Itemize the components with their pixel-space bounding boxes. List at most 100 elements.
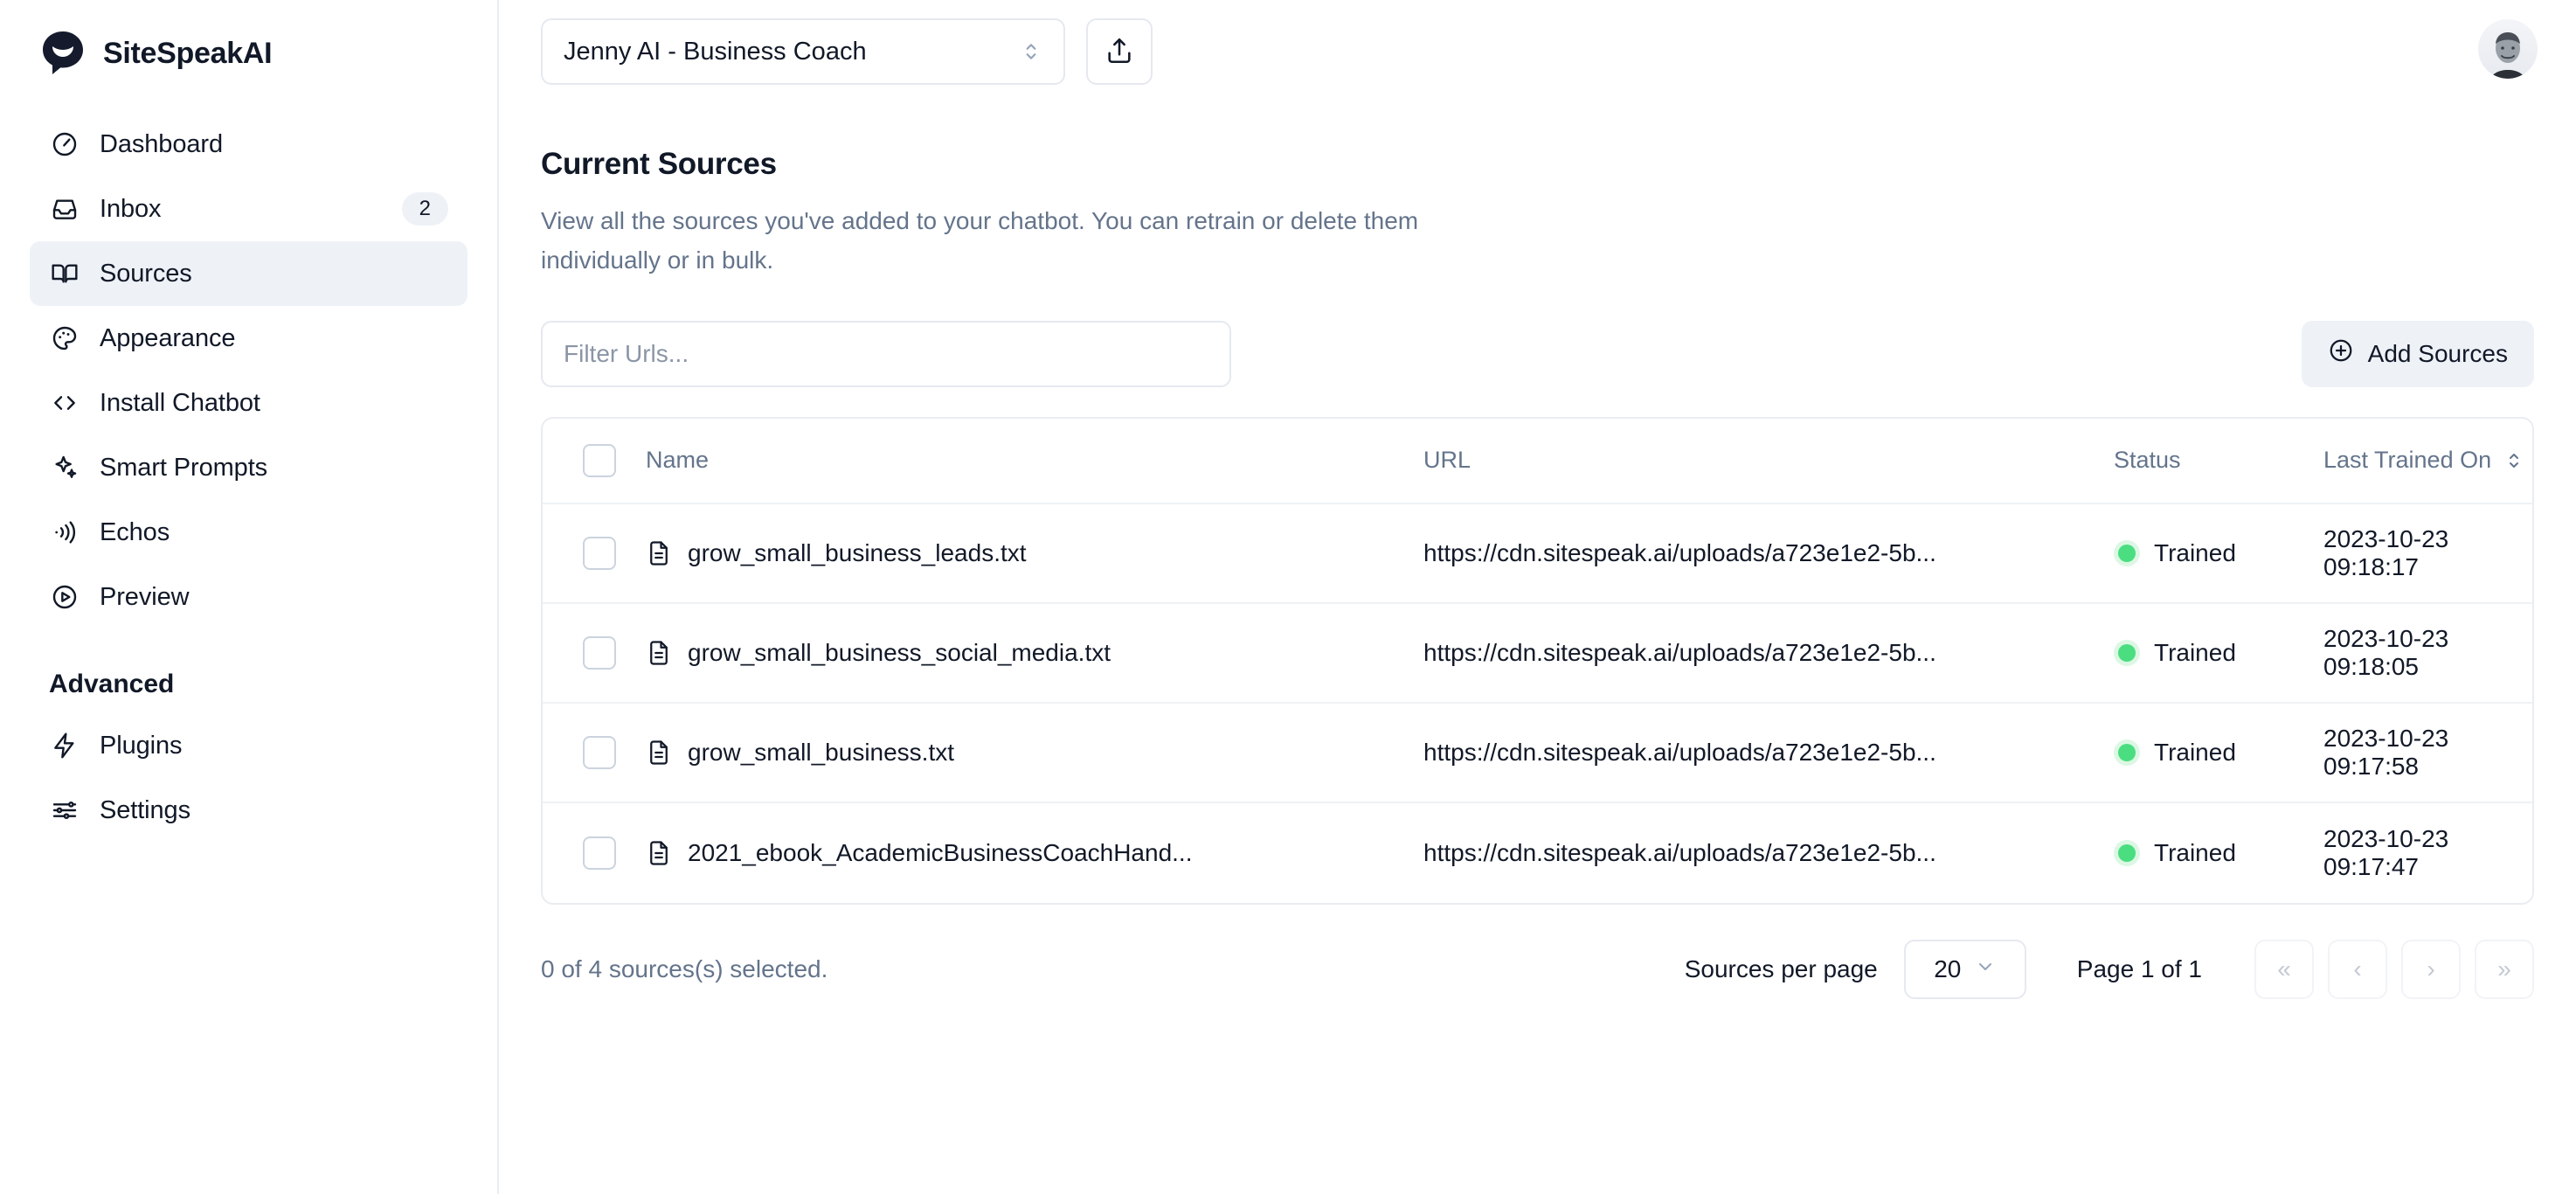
code-icon [49,387,80,419]
sidebar-item-dashboard[interactable]: Dashboard [30,112,467,177]
chatbot-selector[interactable]: Jenny AI - Business Coach [541,18,1065,85]
topbar: Jenny AI - Business Coach [499,0,2576,103]
inbox-badge-count: 2 [402,192,448,226]
page-title: Current Sources [541,147,2534,182]
status-dot-icon [2114,840,2140,866]
status-badge: Trained [2154,639,2236,667]
row-checkbox[interactable] [583,736,616,769]
table-row[interactable]: 2021_ebook_AcademicBusinessCoachHand... … [543,803,2532,903]
previous-page-button[interactable]: ‹ [2328,940,2387,999]
row-url-cell: https://cdn.sitespeak.ai/uploads/a723e1e… [1423,539,2114,567]
table-footer: 0 of 4 sources(s) selected. Sources per … [541,940,2534,1034]
sidebar-item-sources[interactable]: Sources [30,241,467,306]
sidebar-item-label: Appearance [100,324,235,353]
row-status-cell: Trained [2114,639,2323,667]
row-last-trained-cell: 2023-10-23 09:18:05 [2323,625,2532,681]
sidebar-item-smart-prompts[interactable]: Smart Prompts [30,435,467,500]
status-dot-icon [2114,640,2140,666]
column-header-name: Name [646,447,1423,474]
row-status-cell: Trained [2114,739,2323,767]
broadcast-icon [49,517,80,548]
app-root: SiteSpeakAI Dashboard Inbox [0,0,2576,1194]
row-name-text: grow_small_business_social_media.txt [688,639,1111,667]
status-dot-icon [2114,739,2140,766]
sidebar-nav: Dashboard Inbox 2 [0,112,497,843]
row-checkbox[interactable] [583,537,616,570]
chevron-up-down-icon[interactable] [2503,447,2524,475]
sparkles-icon [49,452,80,483]
sidebar-item-plugins[interactable]: Plugins [30,713,467,778]
book-open-icon [49,258,80,289]
sidebar-item-appearance[interactable]: Appearance [30,306,467,371]
row-checkbox[interactable] [583,836,616,870]
plus-circle-icon [2328,337,2354,370]
page-description: View all the sources you've added to you… [541,201,1511,281]
row-name-text: grow_small_business_leads.txt [688,539,1027,567]
select-all-cell [543,444,646,477]
file-text-icon [646,638,672,668]
status-badge: Trained [2154,839,2236,867]
page-indicator: Page 1 of 1 [2077,955,2202,983]
sidebar-item-echos[interactable]: Echos [30,500,467,565]
per-page-label: Sources per page [1685,955,1878,983]
sources-toolbar: Add Sources [541,321,2534,387]
sidebar-item-install-chatbot[interactable]: Install Chatbot [30,371,467,435]
sources-page: Current Sources View all the sources you… [499,103,2576,1034]
chevron-down-icon [1975,955,1996,983]
file-text-icon [646,838,672,868]
per-page-select[interactable]: 20 [1904,940,2026,999]
row-checkbox[interactable] [583,636,616,670]
brand[interactable]: SiteSpeakAI [0,0,497,80]
column-header-status: Status [2114,447,2323,474]
row-last-trained-cell: 2023-10-23 09:17:47 [2323,825,2532,881]
first-page-button[interactable]: « [2254,940,2314,999]
sidebar-item-inbox[interactable]: Inbox 2 [30,177,467,241]
add-sources-button[interactable]: Add Sources [2302,321,2534,387]
row-name-cell: grow_small_business_leads.txt [646,538,1423,568]
sidebar-item-preview[interactable]: Preview [30,565,467,629]
sidebar-item-label: Smart Prompts [100,454,267,482]
speech-bubble-logo-icon [38,29,87,78]
status-dot-icon [2114,540,2140,566]
column-header-url: URL [1423,447,2114,474]
column-header-last-trained-on[interactable]: Last Trained On [2323,447,2532,475]
add-sources-label: Add Sources [2368,340,2508,368]
last-page-button[interactable]: » [2475,940,2534,999]
row-status-cell: Trained [2114,539,2323,567]
next-page-button[interactable]: › [2401,940,2461,999]
gauge-icon [49,128,80,160]
sidebar-item-settings[interactable]: Settings [30,778,467,843]
status-badge: Trained [2154,739,2236,767]
row-last-trained-cell: 2023-10-23 09:17:58 [2323,725,2532,781]
sources-table: Name URL Status Last Trained On [541,417,2534,905]
table-row[interactable]: grow_small_business_leads.txt https://cd… [543,504,2532,604]
row-select-cell [543,636,646,670]
filter-urls-input[interactable] [541,321,1231,387]
select-all-checkbox[interactable] [583,444,616,477]
palette-icon [49,323,80,354]
row-select-cell [543,736,646,769]
row-name-cell: grow_small_business.txt [646,738,1423,767]
chevron-up-down-icon [1020,37,1042,66]
sidebar-item-label: Settings [100,796,190,825]
sidebar-item-label: Inbox [100,195,161,224]
table-row[interactable]: grow_small_business_social_media.txt htt… [543,604,2532,704]
row-select-cell [543,537,646,570]
chatbot-selector-value: Jenny AI - Business Coach [564,38,1020,66]
row-last-trained-cell: 2023-10-23 09:18:17 [2323,525,2532,581]
share-button[interactable] [1086,18,1153,85]
table-header-row: Name URL Status Last Trained On [543,419,2532,504]
inbox-icon [49,193,80,225]
table-row[interactable]: grow_small_business.txt https://cdn.site… [543,704,2532,803]
sidebar: SiteSpeakAI Dashboard Inbox [0,0,499,1194]
avatar[interactable] [2478,19,2538,79]
pagination-controls: Sources per page 20 Page 1 of 1 « ‹ [1685,940,2534,999]
status-badge: Trained [2154,539,2236,567]
sliders-icon [49,795,80,826]
bolt-icon [49,730,80,761]
sidebar-item-label: Echos [100,518,170,547]
row-name-text: grow_small_business.txt [688,739,954,767]
file-text-icon [646,738,672,767]
row-name-text: 2021_ebook_AcademicBusinessCoachHand... [688,839,1193,867]
row-name-cell: 2021_ebook_AcademicBusinessCoachHand... [646,838,1423,868]
